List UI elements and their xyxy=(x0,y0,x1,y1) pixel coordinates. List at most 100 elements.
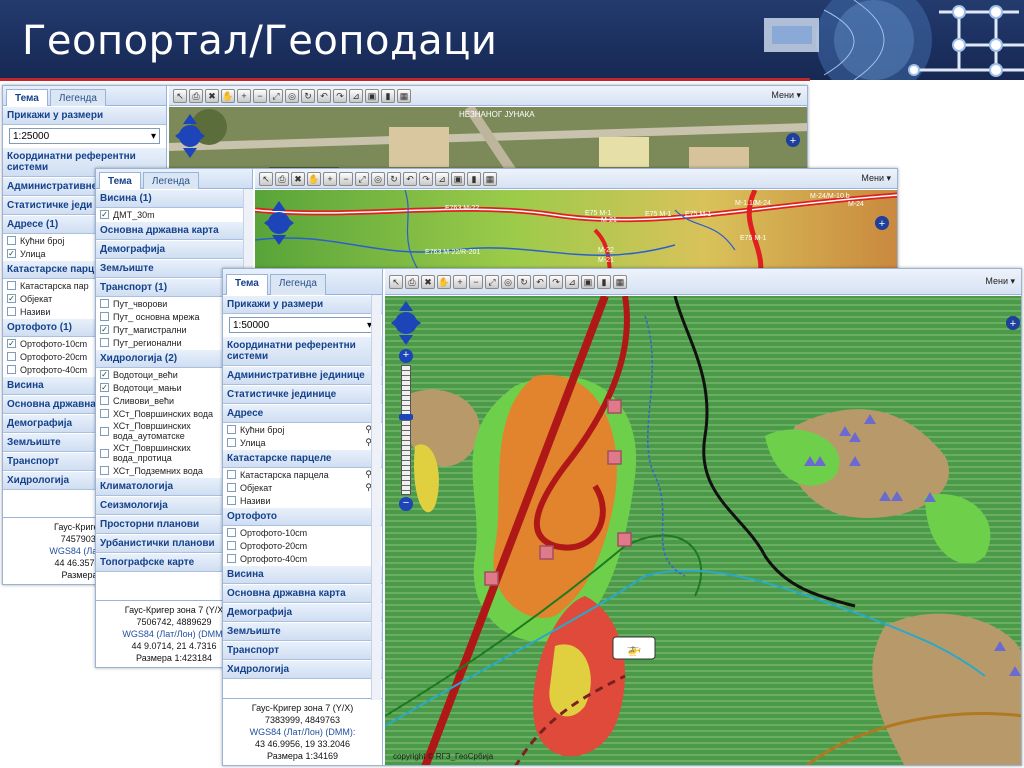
coord-system-link[interactable]: WGS84 (Лат/Лон) (DMM): xyxy=(223,726,382,738)
basemap-header[interactable]: Основна државна карта xyxy=(96,221,252,240)
layer-item[interactable]: Ортофото-10cm xyxy=(223,526,382,539)
demography-header[interactable]: Демографија xyxy=(223,603,382,622)
layer-item[interactable]: Ортофото-20cm xyxy=(223,539,382,552)
tab-theme[interactable]: Тема xyxy=(6,89,48,106)
checkbox[interactable] xyxy=(100,312,109,321)
bookmark-icon[interactable]: ▮ xyxy=(467,171,481,186)
ref-systems-header[interactable]: Координатни референтни системи xyxy=(223,336,382,366)
checkbox[interactable] xyxy=(100,299,109,308)
hydro-header[interactable]: Хидрологија xyxy=(223,660,382,679)
zoom-out-icon[interactable]: − xyxy=(469,274,483,289)
zoom-track[interactable] xyxy=(399,365,413,495)
measure-icon[interactable]: ⊿ xyxy=(349,88,363,103)
image-icon[interactable]: ▦ xyxy=(613,274,627,289)
addresses-header[interactable]: Адресе xyxy=(223,404,382,423)
checkbox-checked[interactable]: ✓ xyxy=(100,383,109,392)
transport-header[interactable]: Транспорт xyxy=(223,641,382,660)
clear-icon[interactable]: ✖ xyxy=(205,88,219,103)
checkbox[interactable] xyxy=(227,554,236,563)
admin-header[interactable]: Административне јединице xyxy=(223,366,382,385)
bookmark-icon[interactable]: ▮ xyxy=(597,274,611,289)
checkbox-checked[interactable]: ✓ xyxy=(100,325,109,334)
checkbox[interactable] xyxy=(100,448,109,458)
checkbox[interactable] xyxy=(227,470,236,479)
checkbox[interactable] xyxy=(7,352,16,361)
checkbox[interactable] xyxy=(100,396,109,405)
ortho-header[interactable]: Ортофото xyxy=(223,507,382,526)
zoom-in-button[interactable]: + xyxy=(399,349,413,363)
export-icon[interactable]: ▣ xyxy=(365,88,379,103)
refresh-icon[interactable]: ↻ xyxy=(301,88,315,103)
layer-item[interactable]: ✓ ДМТ_30m xyxy=(96,208,252,221)
pan-control-icon[interactable] xyxy=(264,201,294,245)
pan-control-icon[interactable] xyxy=(175,114,205,158)
land-header[interactable]: Земљиште xyxy=(223,622,382,641)
back-icon[interactable]: ↶ xyxy=(403,171,417,186)
height-header[interactable]: Висина (1) xyxy=(96,189,252,208)
checkbox[interactable] xyxy=(100,409,109,418)
checkbox[interactable] xyxy=(100,338,109,347)
layer-item[interactable]: Кућни број ⚲ xyxy=(223,423,382,436)
landuse-map[interactable]: 🚁 + copyright © RГЗ_ГеоСрбија xyxy=(385,296,1022,766)
checkbox[interactable] xyxy=(100,426,109,436)
checkbox[interactable] xyxy=(7,307,16,316)
scale-header[interactable]: Прикажи у размери xyxy=(3,106,166,125)
zoom-extent-icon[interactable]: ⤢ xyxy=(355,171,369,186)
zoom-out-icon[interactable]: − xyxy=(339,171,353,186)
zoom-in-icon[interactable]: + xyxy=(237,88,251,103)
stat-header[interactable]: Статистичке јединице xyxy=(223,385,382,404)
panel-scrollbar[interactable] xyxy=(371,295,381,700)
checkbox[interactable] xyxy=(227,425,236,434)
measure-icon[interactable]: ⊿ xyxy=(435,171,449,186)
pan-control-icon[interactable] xyxy=(391,301,421,345)
menu-button[interactable]: Мени ▾ xyxy=(861,173,891,184)
bookmark-icon[interactable]: ▮ xyxy=(381,88,395,103)
checkbox[interactable] xyxy=(7,281,16,290)
checkbox[interactable] xyxy=(227,528,236,537)
checkbox-checked[interactable]: ✓ xyxy=(100,210,109,219)
zoom-scale-icon[interactable]: ◎ xyxy=(285,88,299,103)
layer-item[interactable]: Катастарска парцела ⚲ xyxy=(223,468,382,481)
checkbox-checked[interactable]: ✓ xyxy=(7,339,16,348)
print-icon[interactable]: ⎙ xyxy=(275,171,289,186)
checkbox-checked[interactable]: ✓ xyxy=(100,370,109,379)
print-icon[interactable]: ⎙ xyxy=(405,274,419,289)
clear-icon[interactable]: ✖ xyxy=(291,171,305,186)
pan-hand-icon[interactable]: ✋ xyxy=(437,274,451,289)
tab-legend[interactable]: Легенда xyxy=(269,274,326,295)
forward-icon[interactable]: ↷ xyxy=(549,274,563,289)
image-icon[interactable]: ▦ xyxy=(483,171,497,186)
checkbox[interactable] xyxy=(227,483,236,492)
checkbox-checked[interactable]: ✓ xyxy=(7,249,16,258)
export-icon[interactable]: ▣ xyxy=(451,171,465,186)
zoom-slider[interactable]: + − xyxy=(399,349,413,513)
zoom-scale-icon[interactable]: ◎ xyxy=(371,171,385,186)
checkbox-checked[interactable]: ✓ xyxy=(7,294,16,303)
zoom-handle[interactable] xyxy=(399,414,413,420)
scale-select[interactable]: 1:25000 ▾ xyxy=(9,128,160,144)
scale-header[interactable]: Прикажи у размери xyxy=(223,295,382,314)
pointer-tool-icon[interactable]: ↖ xyxy=(389,274,403,289)
back-icon[interactable]: ↶ xyxy=(533,274,547,289)
refresh-icon[interactable]: ↻ xyxy=(517,274,531,289)
zoom-scale-icon[interactable]: ◎ xyxy=(501,274,515,289)
layer-item[interactable]: Називи xyxy=(223,494,382,507)
tab-legend[interactable]: Легенда xyxy=(142,172,199,189)
checkbox[interactable] xyxy=(7,365,16,374)
checkbox[interactable] xyxy=(7,236,16,245)
print-icon[interactable]: ⎙ xyxy=(189,88,203,103)
zoom-in-icon[interactable]: + xyxy=(453,274,467,289)
checkbox[interactable] xyxy=(227,496,236,505)
layer-item[interactable]: Објекат ⚲ xyxy=(223,481,382,494)
forward-icon[interactable]: ↷ xyxy=(419,171,433,186)
scale-select[interactable]: 1:50000 ▾ xyxy=(229,317,376,333)
menu-button[interactable]: Мени ▾ xyxy=(985,276,1015,287)
checkbox[interactable] xyxy=(227,438,236,447)
tab-theme[interactable]: Тема xyxy=(99,172,141,189)
image-icon[interactable]: ▦ xyxy=(397,88,411,103)
refresh-icon[interactable]: ↻ xyxy=(387,171,401,186)
zoom-extent-icon[interactable]: ⤢ xyxy=(485,274,499,289)
checkbox[interactable] xyxy=(100,466,109,475)
zoom-out-icon[interactable]: − xyxy=(253,88,267,103)
pointer-tool-icon[interactable]: ↖ xyxy=(173,88,187,103)
